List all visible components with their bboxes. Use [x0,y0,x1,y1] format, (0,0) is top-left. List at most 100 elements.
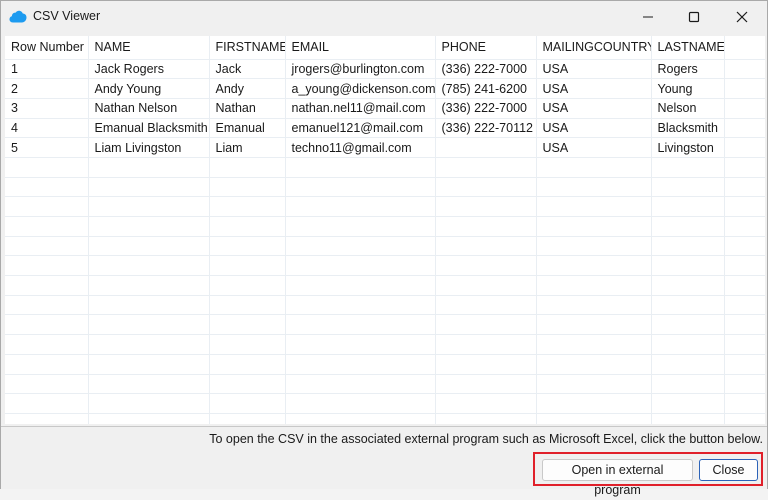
empty-cell [285,196,436,217]
column-header[interactable]: NAME [88,36,210,60]
empty-cell [724,334,765,355]
table-cell[interactable]: Jack Rogers [88,59,210,80]
column-header[interactable]: FIRSTNAME [209,36,286,60]
close-window-button[interactable] [719,1,765,33]
table-cell[interactable]: Blacksmith [651,118,725,139]
table-cell[interactable]: Liam [209,137,286,158]
table-cell[interactable]: nathan.nel11@mail.com [285,98,436,119]
empty-cell [5,177,89,198]
close-icon [736,11,748,23]
empty-cell [724,196,765,217]
empty-cell [651,177,725,198]
table-cell[interactable]: Nelson [651,98,725,119]
empty-cell [88,177,210,198]
table-cell[interactable]: (336) 222-70112 [435,118,537,139]
empty-cell [435,334,537,355]
column-header[interactable]: LASTNAME [651,36,725,60]
table-cell[interactable]: 3 [5,98,89,119]
empty-row [5,374,765,395]
empty-cell [435,236,537,257]
empty-cell [209,196,286,217]
csv-data-grid[interactable]: Row Number NAME FIRSTNAME EMAIL PHONE MA… [5,36,765,424]
table-row[interactable]: 4 Emanual Blacksmith Emanual emanuel121@mai… [5,118,765,139]
column-header[interactable]: Row Number [5,36,89,60]
empty-cell [209,295,286,316]
empty-cell [724,393,765,414]
table-row[interactable]: 3 Nathan Nelson Nathan nathan.nel11@mail.co… [5,98,765,119]
empty-cell [536,157,652,178]
table-cell[interactable]: Young [651,78,725,99]
csv-viewer-window: CSV Viewer Row Number NAME FIRSTNAME EMA… [0,0,768,497]
empty-cell [651,255,725,277]
table-cell[interactable] [724,118,765,139]
table-cell[interactable]: Livingston [651,137,725,158]
table-cell[interactable]: USA [536,98,652,119]
footer-bar: To open the CSV in the associated extern… [1,426,767,497]
table-cell[interactable]: (336) 222-7000 [435,59,537,80]
empty-cell [5,295,89,316]
table-cell[interactable]: 1 [5,59,89,80]
table-cell[interactable]: USA [536,137,652,158]
table-row[interactable]: 2 Andy Young Andy a_young@dickenson.com (785… [5,78,765,99]
table-cell[interactable]: 5 [5,137,89,158]
table-cell[interactable]: Nathan Nelson [88,98,210,119]
table-cell[interactable]: 4 [5,118,89,139]
empty-cell [285,393,436,414]
table-cell[interactable]: (336) 222-7000 [435,98,537,119]
empty-cell [651,374,725,395]
table-cell[interactable]: emanuel121@mail.com [285,118,436,139]
table-cell[interactable]: USA [536,59,652,80]
column-header[interactable]: MAILINGCOUNTRY [536,36,652,60]
empty-cell [536,236,652,257]
empty-cell [209,374,286,395]
table-cell[interactable]: (785) 241-6200 [435,78,537,99]
empty-cell [209,354,286,375]
empty-cell [209,275,286,296]
empty-cell [88,157,210,178]
table-cell[interactable] [724,98,765,119]
empty-cell [5,413,89,424]
minimize-button[interactable] [625,1,671,33]
table-cell[interactable]: Rogers [651,59,725,80]
column-header[interactable]: PHONE [435,36,537,60]
table-row[interactable]: 1 Jack Rogers Jack jrogers@burlington.com (3… [5,59,765,80]
table-cell[interactable]: USA [536,118,652,139]
open-external-button[interactable]: Open in external program [542,459,693,497]
table-cell[interactable]: Liam Livingston [88,137,210,158]
table-cell[interactable]: Emanual [209,118,286,139]
empty-cell [724,413,765,424]
table-row[interactable]: 5 Liam Livingston Liam techno11@gmail.com US… [5,137,765,158]
empty-cell [5,393,89,414]
table-cell[interactable]: 2 [5,78,89,99]
table-cell[interactable] [724,59,765,80]
table-cell[interactable] [724,137,765,158]
empty-row [5,157,765,178]
table-cell[interactable]: Andy [209,78,286,99]
title-bar[interactable]: CSV Viewer [1,1,767,33]
maximize-button[interactable] [671,1,717,33]
column-header[interactable]: EMAIL [285,36,436,60]
empty-cell [435,177,537,198]
table-cell[interactable]: USA [536,78,652,99]
empty-cell [651,275,725,296]
table-cell[interactable]: techno11@gmail.com [285,137,436,158]
empty-cell [651,354,725,375]
table-cell[interactable]: Jack [209,59,286,80]
empty-row [5,216,765,237]
table-cell[interactable]: a_young@dickenson.com [285,78,436,99]
info-message: To open the CSV in the associated extern… [209,432,763,446]
empty-row [5,275,765,296]
empty-cell [724,177,765,198]
empty-cell [536,334,652,355]
table-cell[interactable]: Emanual Blacksmith [88,118,210,139]
table-cell[interactable] [724,78,765,99]
table-cell[interactable]: Andy Young [88,78,210,99]
close-button[interactable]: Close [699,459,758,481]
empty-cell [88,275,210,296]
table-cell[interactable] [435,137,537,158]
empty-cell [5,275,89,296]
table-cell[interactable]: jrogers@burlington.com [285,59,436,80]
table-cell[interactable]: Nathan [209,98,286,119]
column-header[interactable] [724,36,765,60]
empty-cell [209,236,286,257]
